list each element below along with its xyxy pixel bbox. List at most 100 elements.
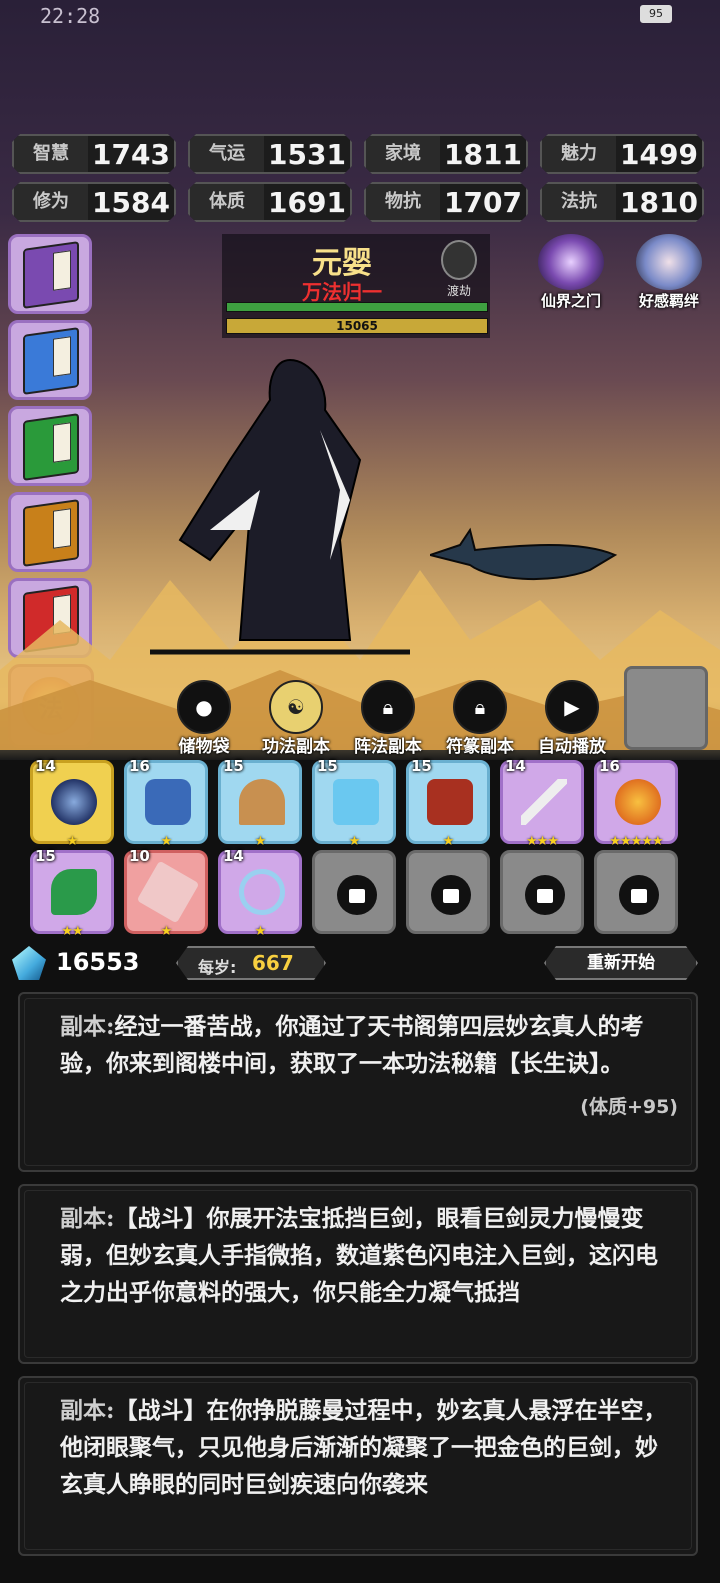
item-slot-locked[interactable] — [500, 850, 584, 934]
item-level: 14 — [223, 847, 244, 865]
scroll-icon — [136, 860, 200, 924]
item-slot[interactable]: 15 ★★ — [30, 847, 114, 939]
action-label: 阵法副本 — [354, 737, 422, 757]
log-tag: 副本: — [60, 1205, 115, 1232]
item-slot[interactable]: 15 ★ — [406, 757, 490, 849]
stat-label: 魅力 — [542, 136, 616, 172]
item-stars: ★ — [442, 834, 455, 849]
stat-family: 家境 1811 — [364, 134, 528, 174]
item-row: 15 ★★ 10 ★ 14 ★ — [30, 847, 690, 939]
log-text: 副本:【战斗】在你挣脱藤曼过程中，妙玄真人悬浮在半空，他闭眼聚气，只见他身后渐渐… — [60, 1392, 678, 1503]
item-slot-locked[interactable] — [406, 850, 490, 934]
scroll-icon[interactable] — [624, 666, 708, 750]
item-slot[interactable]: 15 ★ — [312, 757, 396, 849]
book-button[interactable] — [8, 234, 92, 314]
action-label: 符篆副本 — [446, 737, 514, 757]
item-slot[interactable]: 16 ★ — [124, 757, 208, 849]
necklace-icon — [239, 869, 285, 915]
realm-subtitle: 万法归一 — [302, 280, 382, 304]
boots-icon — [145, 779, 191, 825]
bag-icon: ● — [177, 680, 231, 734]
stat-label: 法抗 — [542, 184, 616, 220]
stat-cultivation: 修为 1584 — [12, 182, 176, 222]
stat-label: 智慧 — [14, 136, 88, 172]
stat-constitution: 体质 1691 — [188, 182, 352, 222]
log-tag: 副本: — [60, 1397, 115, 1424]
immortal-gate-button[interactable]: 仙界之门 — [528, 234, 614, 311]
item-level: 15 — [317, 757, 338, 775]
item-stars: ★ — [348, 834, 361, 849]
ice-crystal-icon — [333, 779, 379, 825]
whale-spirit — [430, 527, 618, 581]
book-icon — [23, 413, 79, 481]
stat-row: 智慧 1743 气运 1531 家境 1811 魅力 1499 — [12, 134, 708, 174]
book-button[interactable] — [8, 320, 92, 400]
log-entry: 副本:【战斗】你展开法宝抵挡巨剑，眼看巨剑灵力慢慢变弱，但妙玄真人手指微掐，数道… — [18, 1184, 698, 1364]
auto-play-button[interactable]: ▶ 自动播放 — [526, 680, 618, 758]
item-slot[interactable]: 16 ★★★★★ — [594, 757, 678, 849]
stat-label: 修为 — [14, 184, 88, 220]
per-age-label: 每岁: — [198, 958, 237, 977]
item-stars: ★ — [254, 924, 267, 939]
per-age-income: 每岁: 667 — [176, 946, 326, 980]
stat-wisdom: 智慧 1743 — [12, 134, 176, 174]
cultivation-progress-bar — [226, 302, 488, 312]
item-level: 15 — [35, 847, 56, 865]
stat-value: 1584 — [92, 185, 170, 219]
stat-value: 1531 — [268, 137, 346, 171]
technique-dungeon-button[interactable]: ☯ 功法副本 — [250, 680, 342, 758]
stat-row: 修为 1584 体质 1691 物抗 1707 法抗 1810 — [12, 182, 708, 222]
stat-value: 1743 — [92, 137, 170, 171]
stat-value: 1691 — [268, 185, 346, 219]
play-icon: ▶ — [545, 680, 599, 734]
tribulation-button[interactable]: 渡劫 — [434, 240, 484, 299]
item-slot[interactable]: 14 ★ — [218, 847, 302, 939]
stat-label: 气运 — [190, 136, 264, 172]
stat-value: 1810 — [620, 185, 698, 219]
book-icon — [23, 241, 79, 309]
item-slot-locked[interactable] — [312, 850, 396, 934]
log-text: 副本:【战斗】你展开法宝抵挡巨剑，眼看巨剑灵力慢慢变弱，但妙玄真人手指微掐，数道… — [60, 1200, 678, 1311]
storage-bag-button[interactable]: ● 储物袋 — [158, 680, 250, 758]
sword-icon — [521, 779, 567, 825]
stat-magic-resist: 法抗 1810 — [540, 182, 704, 222]
stat-physical-resist: 物抗 1707 — [364, 182, 528, 222]
item-stars: ★ — [160, 924, 173, 939]
stat-label: 家境 — [366, 136, 440, 172]
yin-yang-icon: ☯ — [269, 680, 323, 734]
spirit-stone-icon — [12, 946, 46, 980]
log-tag: 副本: — [60, 1013, 115, 1040]
book-icon — [23, 499, 79, 567]
item-slot[interactable]: 10 ★ — [124, 847, 208, 939]
affection-bond-button[interactable]: 好感羁绊 — [626, 234, 712, 311]
item-level: 16 — [129, 757, 150, 775]
item-slot[interactable]: 15 ★ — [218, 757, 302, 849]
portal-label: 仙界之门 — [540, 292, 601, 310]
item-slot[interactable]: 14 ★ — [30, 757, 114, 849]
talisman-dungeon-button[interactable]: 🔒︎ 符篆副本 — [434, 680, 526, 758]
per-age-value: 667 — [252, 951, 294, 975]
lock-icon — [619, 875, 659, 915]
attribute-panel: 智慧 1743 气运 1531 家境 1811 魅力 1499 修为 1584 体质 169… — [12, 134, 708, 230]
item-level: 15 — [411, 757, 432, 775]
restart-button[interactable]: 重新开始 — [544, 946, 698, 980]
item-row: 14 ★ 16 ★ 15 ★ 15 ★ 15 ★ 14 ★★★ 16 ★★★★★ — [30, 757, 690, 849]
log-entry: 副本:经过一番苦战，你通过了天书阁第四层妙玄真人的考验，你来到阁楼中间，获取了一… — [18, 992, 698, 1172]
lock-icon — [337, 875, 377, 915]
item-stars: ★★★★★ — [609, 834, 663, 849]
log-entry: 副本:【战斗】在你挣脱藤曼过程中，妙玄真人悬浮在半空，他闭眼聚气，只见他身后渐渐… — [18, 1376, 698, 1556]
companion-avatar-icon — [636, 234, 702, 290]
status-bar: 22:28 95 — [0, 0, 720, 30]
stat-value: 1499 — [620, 137, 698, 171]
item-slot-locked[interactable] — [594, 850, 678, 934]
lock-icon — [431, 875, 471, 915]
event-log: 副本:经过一番苦战，你通过了天书阁第四层妙玄真人的考验，你来到阁楼中间，获取了一… — [18, 992, 698, 1568]
cultivator-character — [150, 358, 410, 655]
stat-charm: 魅力 1499 — [540, 134, 704, 174]
book-button[interactable] — [8, 406, 92, 486]
item-slot[interactable]: 14 ★★★ — [500, 757, 584, 849]
item-stars: ★★★ — [526, 834, 559, 849]
formation-dungeon-button[interactable]: 🔒︎ 阵法副本 — [342, 680, 434, 758]
lock-icon: 🔒︎ — [361, 680, 415, 734]
log-bonus: (体质+95) — [580, 1096, 678, 1118]
